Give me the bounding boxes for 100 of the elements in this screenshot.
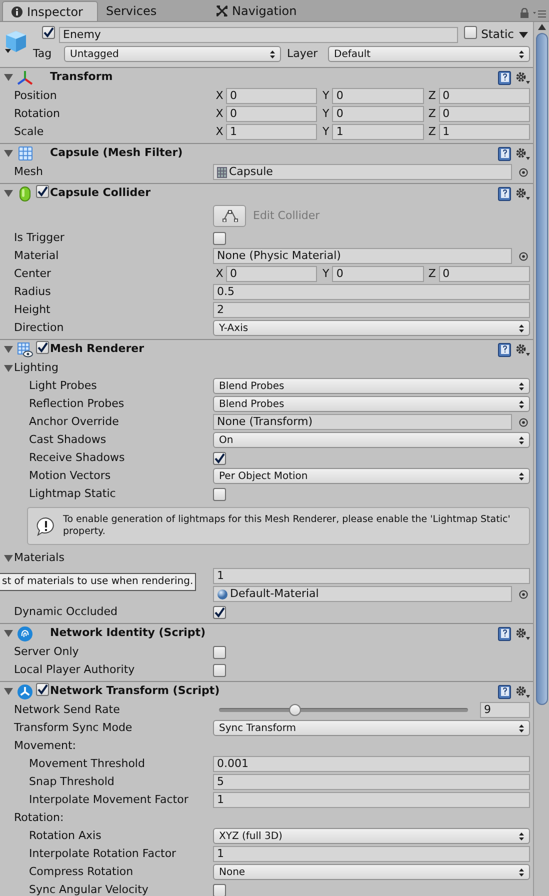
number-field[interactable]: 1 <box>438 124 530 140</box>
number-field[interactable]: 1 <box>332 124 424 140</box>
dropdown[interactable]: Per Object Motion <box>213 468 530 484</box>
gear-icon[interactable] <box>515 626 530 640</box>
number-field[interactable]: 0 <box>226 106 318 122</box>
property-label: Height <box>14 302 50 318</box>
scrollbar[interactable] <box>533 22 549 896</box>
help-book-icon[interactable] <box>498 684 511 698</box>
expanded-arrow-icon[interactable] <box>4 73 13 82</box>
gear-icon[interactable] <box>515 146 530 160</box>
dropdown[interactable]: Sync Transform <box>213 720 530 736</box>
number-field[interactable]: 2 <box>213 302 530 318</box>
component-header[interactable]: Capsule Collider <box>0 184 533 203</box>
dropdown[interactable]: Untagged <box>64 46 281 62</box>
lock-icon[interactable] <box>520 8 529 18</box>
expanded-arrow-icon[interactable] <box>4 189 13 198</box>
tag-label: Tag <box>33 46 53 62</box>
dropdown-arrows-icon <box>519 724 524 732</box>
dropdown[interactable]: XYZ (full 3D) <box>213 828 530 844</box>
number-field[interactable]: 0 <box>332 88 424 104</box>
checkbox[interactable] <box>213 488 226 500</box>
help-book-icon[interactable] <box>498 342 511 356</box>
dropdown[interactable]: Y-Axis <box>213 320 530 336</box>
expanded-arrow-icon[interactable] <box>4 629 13 638</box>
number-field[interactable]: 0 <box>226 88 318 104</box>
dropdown[interactable]: Default <box>328 46 530 62</box>
object-picker-icon[interactable] <box>519 252 528 260</box>
mesh-renderer-icon <box>17 342 33 358</box>
number-field[interactable]: 0.5 <box>213 284 530 300</box>
gear-icon[interactable] <box>515 70 530 84</box>
enable-checkbox[interactable] <box>36 184 49 198</box>
dropdown[interactable]: Blend Probes <box>213 378 530 394</box>
checkbox[interactable] <box>213 232 226 244</box>
expanded-arrow-icon[interactable] <box>4 149 13 158</box>
gear-icon[interactable] <box>515 342 530 356</box>
number-field[interactable]: 1 <box>213 792 530 808</box>
component-header[interactable]: Capsule (Mesh Filter) <box>0 144 533 163</box>
number-field[interactable]: 9 <box>480 702 530 718</box>
property-label: Compress Rotation <box>29 864 134 880</box>
object-field[interactable]: Default-Material <box>213 586 512 602</box>
expanded-arrow-icon[interactable] <box>4 687 13 696</box>
number-field[interactable]: 0 <box>438 106 530 122</box>
object-field[interactable]: Capsule <box>213 164 512 180</box>
component-header[interactable]: Network Transform (Script) <box>0 682 533 701</box>
number-field[interactable]: 1 <box>213 568 530 584</box>
checkbox[interactable] <box>213 646 226 658</box>
info-icon <box>11 6 23 18</box>
axis-label: X <box>214 88 224 104</box>
checkbox[interactable] <box>213 452 226 464</box>
number-field[interactable]: 0 <box>332 106 424 122</box>
help-book-icon[interactable] <box>498 186 511 200</box>
number-field[interactable]: 0.001 <box>213 756 530 772</box>
static-checkbox[interactable] <box>464 26 478 39</box>
active-checkbox[interactable] <box>42 26 55 40</box>
help-book-icon[interactable] <box>498 70 511 84</box>
dropdown[interactable]: On <box>213 432 530 448</box>
checkmark-icon <box>37 684 48 695</box>
dropdown[interactable]: None <box>213 864 530 880</box>
checkbox[interactable] <box>213 664 226 676</box>
sphere-icon <box>217 588 228 600</box>
object-picker-icon[interactable] <box>519 418 528 426</box>
object-field[interactable]: None (Physic Material) <box>213 248 512 264</box>
expanded-arrow-icon[interactable] <box>4 554 13 562</box>
gear-icon[interactable] <box>515 684 530 698</box>
object-picker-icon[interactable] <box>519 168 528 176</box>
tab[interactable]: Navigation <box>208 1 318 21</box>
checkbox[interactable] <box>213 606 226 618</box>
dropdown[interactable]: Blend Probes <box>213 396 530 412</box>
dropdown-caret-icon[interactable] <box>519 32 528 38</box>
component-header[interactable]: Mesh Renderer <box>0 340 533 359</box>
number-field[interactable]: 0 <box>438 266 530 282</box>
enable-checkbox[interactable] <box>36 682 49 696</box>
component-header[interactable]: Network Identity (Script) <box>0 624 533 643</box>
menu-icon[interactable] <box>533 10 546 18</box>
help-book-icon[interactable] <box>498 146 511 160</box>
checkbox[interactable] <box>213 884 226 896</box>
dropdown-arrows-icon <box>270 50 275 58</box>
axis-label: Z <box>427 88 437 104</box>
dropdown-arrows-icon <box>519 472 524 480</box>
name-field[interactable]: Enemy <box>59 27 458 43</box>
enable-checkbox[interactable] <box>36 340 49 354</box>
component-header[interactable]: Transform <box>0 68 533 87</box>
number-field[interactable]: 0 <box>438 88 530 104</box>
layer-label: Layer <box>287 46 319 62</box>
number-field[interactable]: 5 <box>213 774 530 790</box>
expanded-arrow-icon[interactable] <box>4 364 13 372</box>
number-field[interactable]: 1 <box>213 846 530 862</box>
help-book-icon[interactable] <box>498 626 511 640</box>
scroll-up-arrow-icon[interactable] <box>538 24 546 30</box>
gear-icon[interactable] <box>515 186 530 200</box>
object-field[interactable]: None (Transform) <box>213 414 512 430</box>
tab[interactable]: Services <box>98 1 208 21</box>
expanded-arrow-icon[interactable] <box>4 345 13 354</box>
property-label: Lighting <box>14 360 58 376</box>
number-field[interactable]: 1 <box>226 124 318 140</box>
tab[interactable]: Inspector <box>2 1 98 21</box>
number-field[interactable]: 0 <box>226 266 318 282</box>
object-picker-icon[interactable] <box>519 590 528 598</box>
number-field[interactable]: 0 <box>332 266 424 282</box>
slider-thumb[interactable] <box>288 704 301 716</box>
